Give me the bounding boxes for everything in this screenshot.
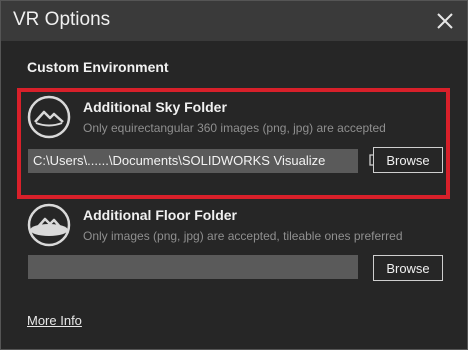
sky-folder-description: Only equirectangular 360 images (png, jp… bbox=[83, 121, 386, 135]
title-bar: VR Options bbox=[1, 1, 467, 41]
floor-folder-block: Additional Floor Folder Only images (png… bbox=[23, 199, 447, 289]
floor-folder-path-field[interactable] bbox=[28, 255, 358, 279]
floor-browse-button[interactable]: Browse bbox=[373, 255, 443, 281]
sky-environment-icon bbox=[27, 95, 71, 139]
dialog-content: Custom Environment Additional Sky Folder… bbox=[1, 41, 467, 349]
more-info-link[interactable]: More Info bbox=[27, 313, 82, 328]
close-icon[interactable] bbox=[433, 9, 457, 33]
vr-options-dialog: VR Options Custom Environment Additional… bbox=[0, 0, 468, 350]
sky-folder-title: Additional Sky Folder bbox=[83, 99, 227, 115]
section-heading: Custom Environment bbox=[27, 59, 169, 75]
sky-folder-block: Additional Sky Folder Only equirectangul… bbox=[23, 91, 447, 189]
sky-folder-path-field[interactable]: C:\Users\......\Documents\SOLIDWORKS Vis… bbox=[28, 149, 358, 173]
dialog-title: VR Options bbox=[13, 9, 111, 30]
floor-folder-title: Additional Floor Folder bbox=[83, 207, 237, 223]
floor-folder-description: Only images (png, jpg) are accepted, til… bbox=[83, 229, 403, 243]
sky-browse-button[interactable]: Browse bbox=[373, 147, 443, 173]
floor-environment-icon bbox=[27, 203, 71, 247]
